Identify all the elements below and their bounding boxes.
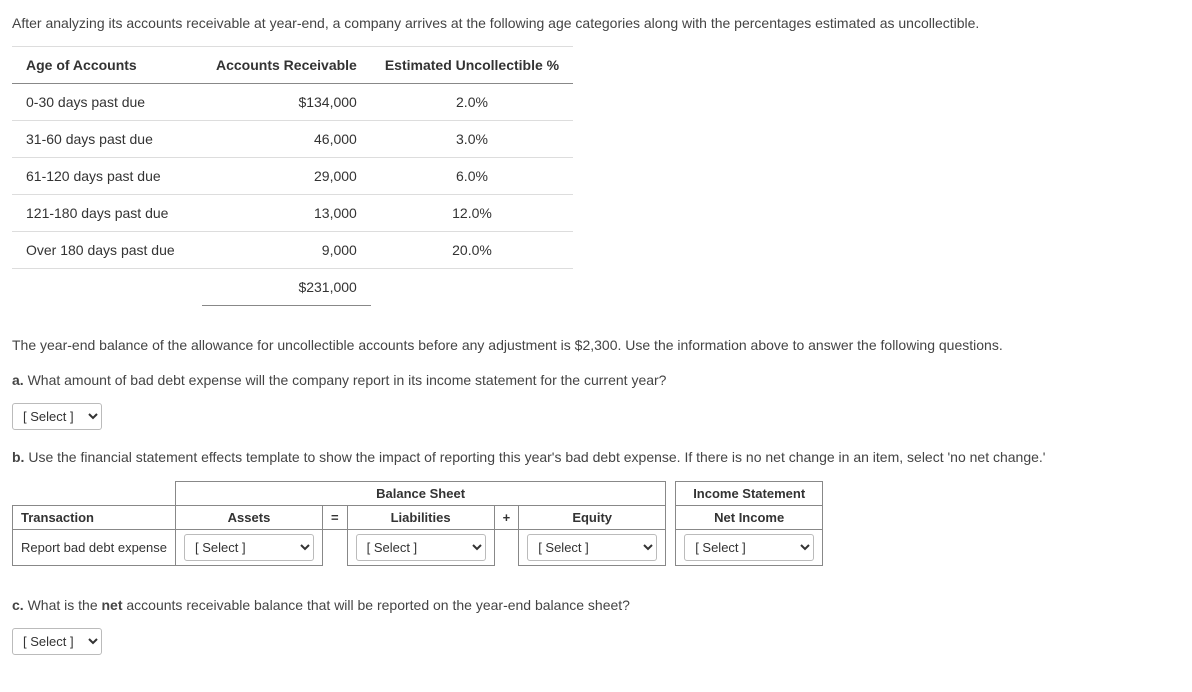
- qb-label: b.: [12, 449, 24, 465]
- th-balance-sheet: Balance Sheet: [176, 481, 666, 505]
- cell-age: Over 180 days past due: [12, 232, 202, 269]
- th-net-income: Net Income: [676, 505, 823, 529]
- cell-age: 121-180 days past due: [12, 195, 202, 232]
- op-equals: =: [323, 505, 348, 529]
- question-b: b. Use the financial statement effects t…: [12, 446, 1180, 468]
- table-row: 0-30 days past due $134,000 2.0%: [12, 84, 573, 121]
- th-transaction: Transaction: [13, 505, 176, 529]
- cell-ar: 29,000: [202, 158, 371, 195]
- cell-ar: 9,000: [202, 232, 371, 269]
- qc-bold: net: [102, 597, 123, 613]
- table-row: 121-180 days past due 13,000 12.0%: [12, 195, 573, 232]
- qc-label: c.: [12, 597, 24, 613]
- qb-text: Use the financial statement effects temp…: [24, 449, 1045, 465]
- th-pct: Estimated Uncollectible %: [371, 47, 573, 84]
- select-liabilities[interactable]: [ Select ]: [356, 534, 486, 561]
- intro-text: After analyzing its accounts receivable …: [12, 12, 1180, 34]
- cell-pct: 6.0%: [371, 158, 573, 195]
- table-row: 61-120 days past due 29,000 6.0%: [12, 158, 573, 195]
- select-c[interactable]: [ Select ]: [12, 628, 102, 655]
- cell-age: 0-30 days past due: [12, 84, 202, 121]
- table-row: 31-60 days past due 46,000 3.0%: [12, 121, 573, 158]
- qa-label: a.: [12, 372, 24, 388]
- table-row: Over 180 days past due 9,000 20.0%: [12, 232, 573, 269]
- cell-pct: 3.0%: [371, 121, 573, 158]
- select-equity[interactable]: [ Select ]: [527, 534, 657, 561]
- cell-age: 61-120 days past due: [12, 158, 202, 195]
- context-text: The year-end balance of the allowance fo…: [12, 334, 1180, 356]
- question-c: c. What is the net accounts receivable b…: [12, 594, 1180, 616]
- fs-effects-table: Balance Sheet Income Statement Transacti…: [12, 481, 823, 566]
- cell-total: $231,000: [202, 269, 371, 306]
- th-age: Age of Accounts: [12, 47, 202, 84]
- question-a: a. What amount of bad debt expense will …: [12, 369, 1180, 391]
- th-ar: Accounts Receivable: [202, 47, 371, 84]
- cell-age: 31-60 days past due: [12, 121, 202, 158]
- cell-ar: 46,000: [202, 121, 371, 158]
- th-liabilities: Liabilities: [347, 505, 494, 529]
- cell-ar: 13,000: [202, 195, 371, 232]
- select-assets[interactable]: [ Select ]: [184, 534, 314, 561]
- qa-text: What amount of bad debt expense will the…: [24, 372, 667, 388]
- qc-text2: accounts receivable balance that will be…: [123, 597, 630, 613]
- row-transaction-label: Report bad debt expense: [13, 529, 176, 565]
- th-income-statement: Income Statement: [676, 481, 823, 505]
- select-net-income[interactable]: [ Select ]: [684, 534, 814, 561]
- cell-ar: $134,000: [202, 84, 371, 121]
- op-plus: +: [494, 505, 519, 529]
- cell-pct: 12.0%: [371, 195, 573, 232]
- th-assets: Assets: [176, 505, 323, 529]
- cell-pct: 2.0%: [371, 84, 573, 121]
- qc-text1: What is the: [24, 597, 102, 613]
- aging-table: Age of Accounts Accounts Receivable Esti…: [12, 46, 573, 306]
- th-equity: Equity: [519, 505, 666, 529]
- cell-pct: 20.0%: [371, 232, 573, 269]
- select-a[interactable]: [ Select ]: [12, 403, 102, 430]
